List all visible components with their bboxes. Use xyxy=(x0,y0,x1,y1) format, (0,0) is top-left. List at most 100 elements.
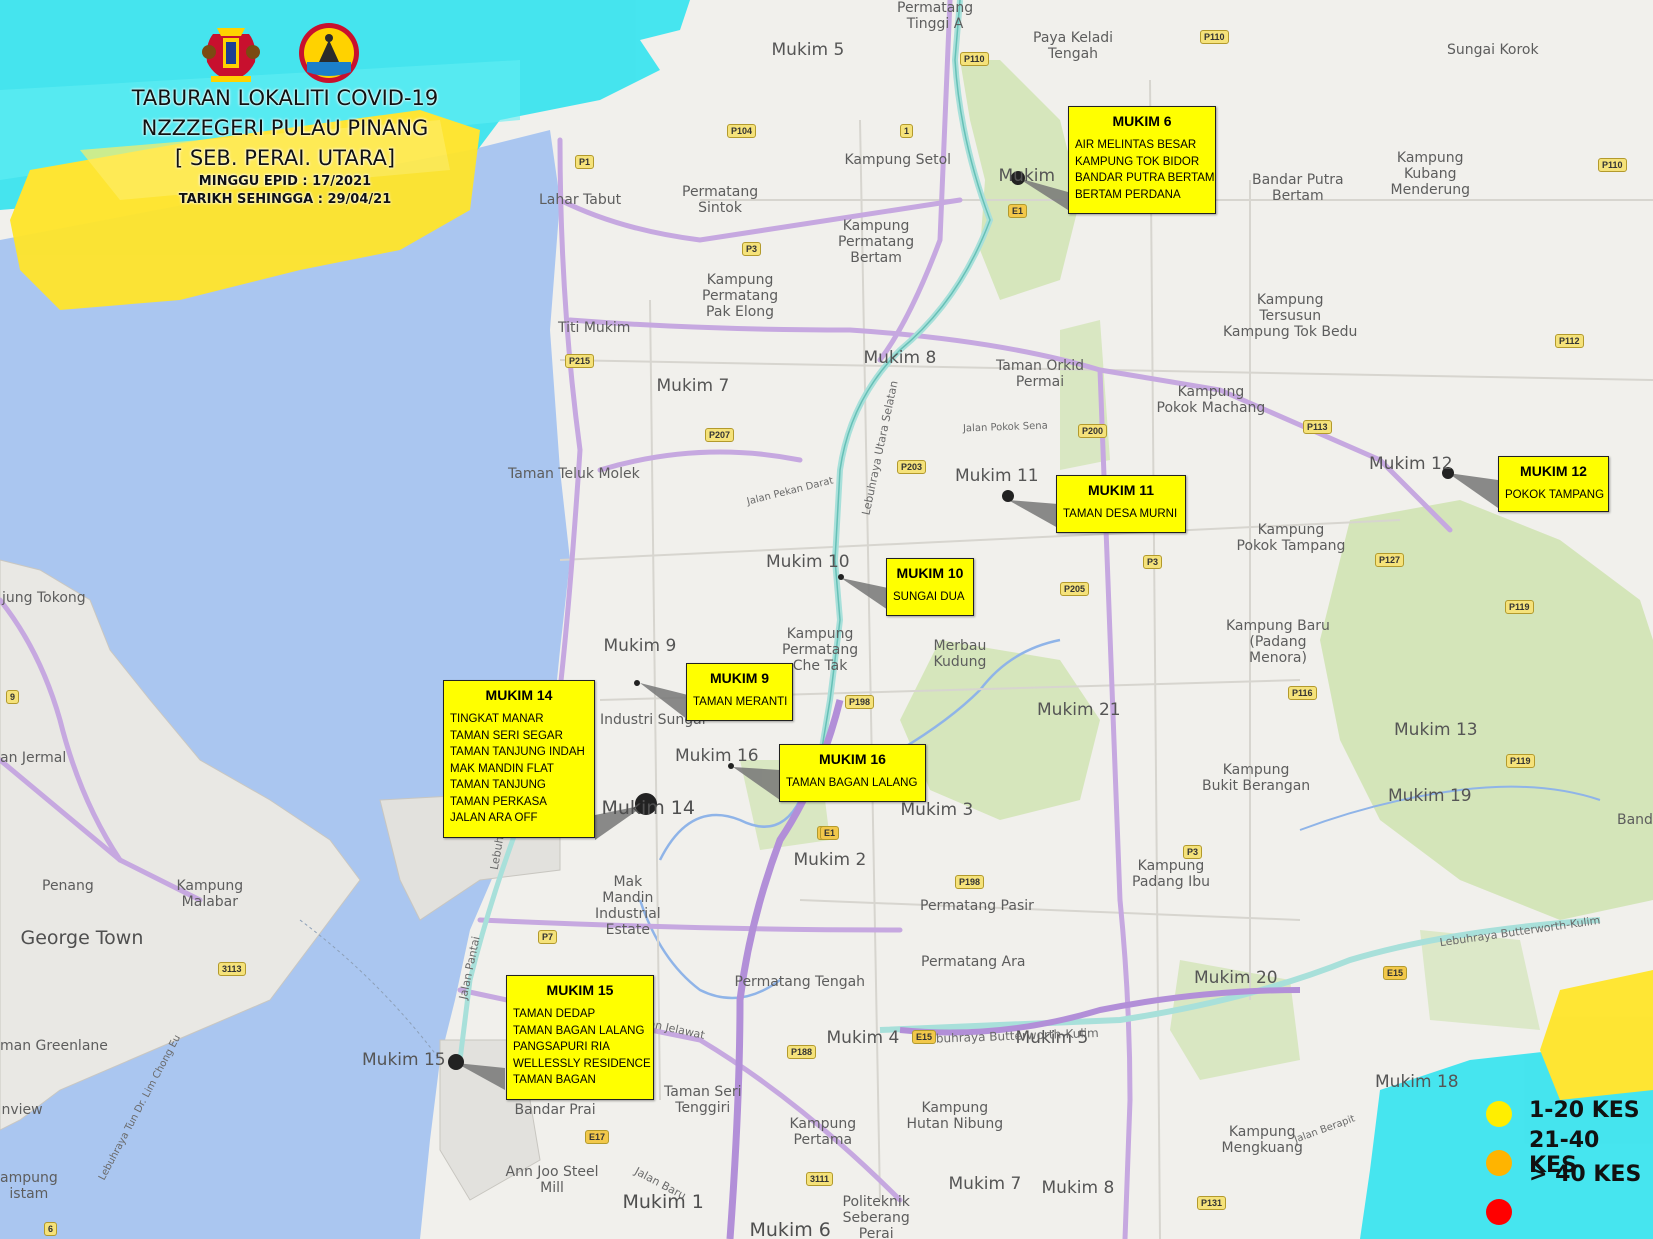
callout-item: BANDAR PUTRA BERTAM xyxy=(1075,172,1215,184)
callout-items: TAMAN BAGAN LALANG xyxy=(786,775,919,792)
place-label: Taman Orkid Permai xyxy=(996,358,1085,390)
route-shield: P203 xyxy=(897,460,927,474)
place-label: Politeknik Seberang Perai xyxy=(842,1194,910,1239)
callout-item: SUNGAI DUA xyxy=(893,591,965,603)
callout-item: TAMAN DESA MURNI xyxy=(1063,508,1178,520)
place-label: Kampung Padang Ibu xyxy=(1132,858,1210,890)
route-shield: 3113 xyxy=(218,962,246,976)
place-label: Taman Teluk Molek xyxy=(508,466,640,482)
health-dept-logo-icon xyxy=(299,23,359,83)
legend-low-label: 1-20 KES xyxy=(1529,1098,1640,1123)
route-shield: P198 xyxy=(845,695,875,709)
place-label: Kampung Permatang Bertam xyxy=(838,218,915,266)
route-shield: P198 xyxy=(955,875,985,889)
callout-items: TAMAN DESA MURNI xyxy=(1063,506,1179,523)
place-label: Mukim xyxy=(998,166,1056,186)
place-label: Mukim 20 xyxy=(1194,968,1278,988)
place-label: Taman Seri Tenggiri xyxy=(664,1084,742,1116)
callout-mukim11: MUKIM 11 TAMAN DESA MURNI xyxy=(1056,475,1186,533)
place-label: man Greenlane xyxy=(0,1038,108,1054)
route-shield: P1 xyxy=(575,155,595,169)
callout-item: TAMAN MERANTI xyxy=(693,696,788,708)
callout-mukim9: MUKIM 9 TAMAN MERANTI xyxy=(686,663,793,721)
place-label: Kampung Permatang Che Tak xyxy=(782,626,859,674)
place-label: Permatang Tinggi A xyxy=(897,0,974,32)
route-shield: P200 xyxy=(1078,424,1108,438)
place-label: Kampung Pokok Tampang xyxy=(1236,522,1346,554)
place-label: Permatang Ara xyxy=(921,954,1026,970)
place-label: jung Tokong xyxy=(2,590,86,606)
route-shield: 6 xyxy=(44,1222,58,1236)
route-shield: P3 xyxy=(1143,555,1163,569)
place-label: an Jermal xyxy=(0,750,67,766)
place-label: Mukim 11 xyxy=(955,466,1039,486)
route-shield: P3 xyxy=(742,242,762,256)
place-label: Kampung Mengkuang xyxy=(1221,1124,1303,1156)
callout-title: MUKIM 11 xyxy=(1087,482,1155,498)
route-shield: 1 xyxy=(900,124,914,138)
place-label: Mukim 6 xyxy=(749,1219,831,1239)
callout-item: TAMAN TANJUNG INDAH xyxy=(450,746,585,758)
route-shield: E17 xyxy=(585,1130,610,1144)
callout-mukim15: MUKIM 15 TAMAN DEDAP TAMAN BAGAN LALANG PA… xyxy=(506,975,654,1100)
callout-mukim10: MUKIM 10 SUNGAI DUA xyxy=(886,558,974,616)
place-label: Mak Mandin Industrial Estate xyxy=(595,874,661,938)
legend-low-swatch xyxy=(1486,1101,1512,1127)
place-label: Mukim 2 xyxy=(793,850,867,870)
place-label: Mukim 16 xyxy=(675,746,759,766)
callout-item: TAMAN SERI SEGAR xyxy=(450,729,563,742)
place-label: Sungai Korok xyxy=(1447,42,1539,58)
route-shield: P119 xyxy=(1505,600,1534,614)
callout-item: TAMAN DEDAP xyxy=(513,1008,596,1020)
route-shield: P3 xyxy=(1183,845,1203,859)
place-label: Mukim 7 xyxy=(656,376,730,396)
place-label: Kampung Tersusun Kampung Tok Bedu xyxy=(1223,292,1358,340)
header-logos xyxy=(195,22,370,84)
callout-mukim16: MUKIM 16 TAMAN BAGAN LALANG xyxy=(779,744,926,802)
route-shield: P116 xyxy=(1288,686,1317,700)
callout-items: TAMAN DEDAP TAMAN BAGAN LALANG PANGSAPURI … xyxy=(513,1006,651,1089)
callout-item: AIR MELINTAS BESAR xyxy=(1075,139,1197,151)
route-shield: P207 xyxy=(705,428,735,442)
callout-item: KAMPUNG TOK BIDOR xyxy=(1075,155,1200,168)
place-label: Mukim 14 xyxy=(601,797,695,819)
callout-title: MUKIM 16 xyxy=(819,751,886,767)
route-shield: P119 xyxy=(1506,754,1535,768)
place-label: Mukim 4 xyxy=(826,1028,900,1048)
callout-mukim12: MUKIM 12 POKOK TAMPANG xyxy=(1498,456,1609,512)
state-crest-icon xyxy=(202,23,359,83)
route-shield: P215 xyxy=(565,354,595,368)
place-label: Merbau Kudung xyxy=(933,638,987,670)
route-shield: P7 xyxy=(538,930,558,944)
place-label: Kampung Permatang Pak Elong xyxy=(702,272,779,320)
callout-item: WELLESSLY RESIDENCE xyxy=(513,1057,651,1070)
place-label: Mukim 18 xyxy=(1375,1072,1459,1092)
callout-item: TAMAN PERKASA xyxy=(450,795,547,808)
route-shield: E1 xyxy=(820,826,840,840)
epid-week: MINGGU EPID : 17/2021 xyxy=(198,174,372,189)
as-of-date: TARIKH SEHINGGA : 29/04/21 xyxy=(178,192,392,207)
place-label: ampung istam xyxy=(0,1170,58,1202)
place-label: Mukim 8 xyxy=(863,348,937,368)
place-label: Mukim 12 xyxy=(1369,454,1453,474)
callout-items: AIR MELINTAS BESAR KAMPUNG TOK BIDOR BANDA… xyxy=(1075,137,1215,203)
callout-items: SUNGAI DUA xyxy=(893,589,967,606)
route-shield: P188 xyxy=(787,1045,817,1059)
header-title-line3: [ SEB. PERAI. UTARA] xyxy=(174,146,396,170)
place-label: Mukim 5 xyxy=(771,40,845,60)
place-label: Bandar Prai xyxy=(514,1102,596,1118)
callout-item: BERTAM PERDANA xyxy=(1075,188,1181,201)
place-label: Kampung Pertama xyxy=(789,1116,857,1148)
place-label: Permatang Pasir xyxy=(920,898,1034,914)
place-label: Permatang Sintok xyxy=(682,184,759,216)
covid-locality-map: TABURAN LOKALITI COVID-19 NZZZEGERI PULA… xyxy=(0,0,1653,1239)
callout-item: MAK MANDIN FLAT xyxy=(450,762,554,775)
place-label: Mukim 21 xyxy=(1037,700,1121,720)
place-label: Kampung Baru (Padang Menora) xyxy=(1226,618,1330,666)
place-label: Mukim 10 xyxy=(766,552,850,572)
place-label: Mukim 9 xyxy=(603,636,677,656)
legend-high-swatch xyxy=(1486,1199,1512,1225)
header-title-line2: NZZZEGERI PULAU PINANG xyxy=(141,116,429,140)
place-label: Band xyxy=(1617,812,1653,828)
place-label: Kampung Hutan Nibung xyxy=(906,1100,1004,1132)
